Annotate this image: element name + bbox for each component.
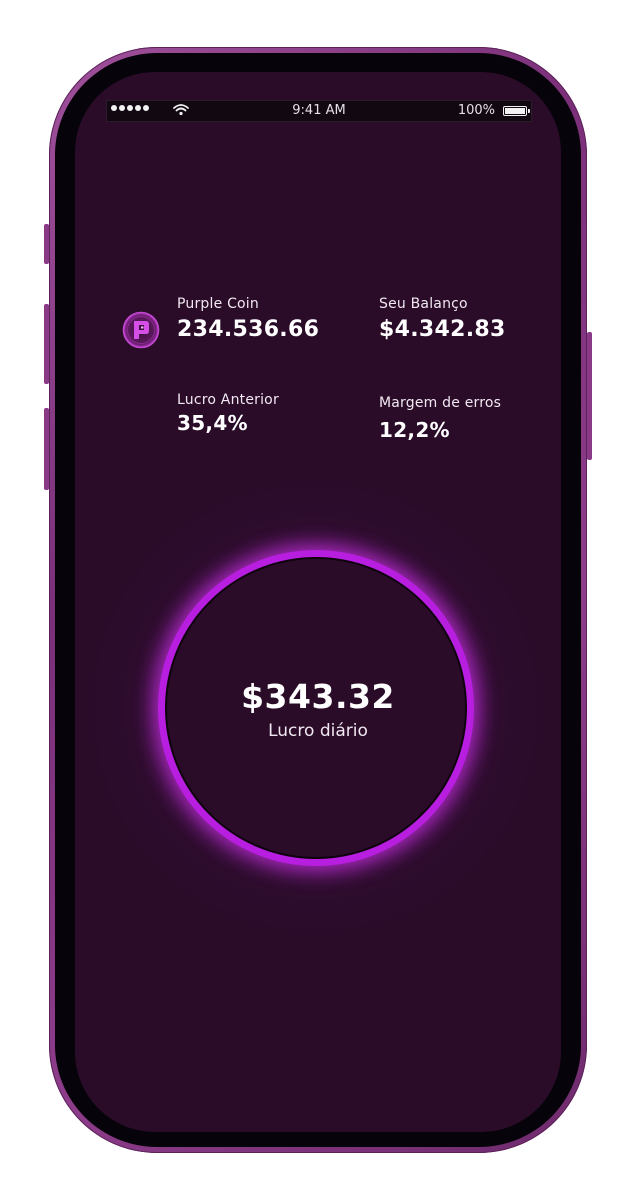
error-margin-label: Margem de erros xyxy=(379,395,502,411)
coin-label: Purple Coin xyxy=(177,296,259,312)
purple-coin-logo-icon xyxy=(122,311,160,349)
phone-side-button-power xyxy=(587,332,592,460)
phone-side-button-mute xyxy=(44,224,49,264)
battery-level-fill xyxy=(505,108,525,114)
error-margin-value: 12,2% xyxy=(379,418,450,442)
phone-side-button-volume-down xyxy=(44,408,49,490)
balance-label: Seu Balanço xyxy=(379,296,468,312)
previous-profit-label: Lucro Anterior xyxy=(177,392,279,408)
coin-value: 234.536.66 xyxy=(177,317,320,342)
status-bar: 9:41 AM 100% xyxy=(106,100,532,122)
battery-icon xyxy=(503,106,530,116)
previous-profit-value: 35,4% xyxy=(177,411,248,435)
daily-profit-label: Lucro diário xyxy=(268,721,368,741)
phone-mockup: 9:41 AM 100% Purple Coin 234.536.66 Seu … xyxy=(0,0,636,1202)
battery-percent: 100% xyxy=(457,103,495,118)
balance-value: $4.342.83 xyxy=(379,317,506,342)
phone-side-button-volume-up xyxy=(44,304,49,384)
daily-profit-value: $343.32 xyxy=(241,677,395,716)
